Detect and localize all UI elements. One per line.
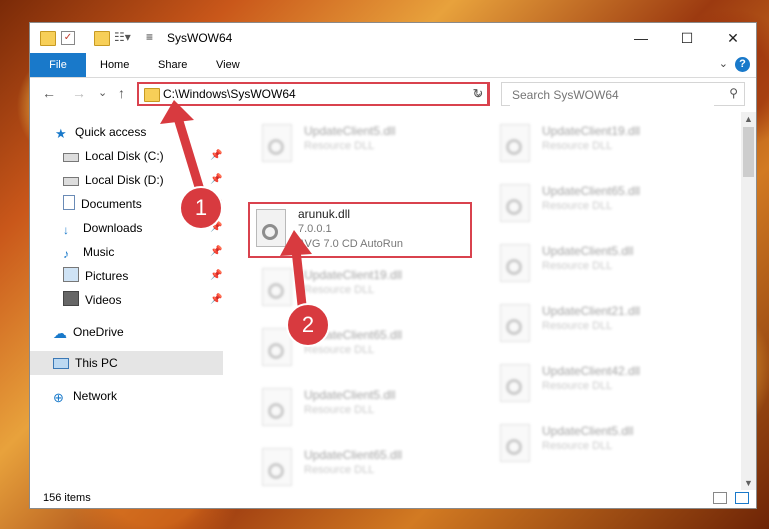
arrow-2-shaft: [291, 249, 307, 306]
step-2-badge: 2: [286, 303, 330, 347]
step-1-badge: 1: [179, 186, 223, 230]
annotation-arrows: [160, 100, 312, 306]
arrow-1-shaft: [173, 116, 205, 192]
arrow-2-head: [280, 230, 312, 256]
arrow-1-head: [160, 100, 194, 124]
